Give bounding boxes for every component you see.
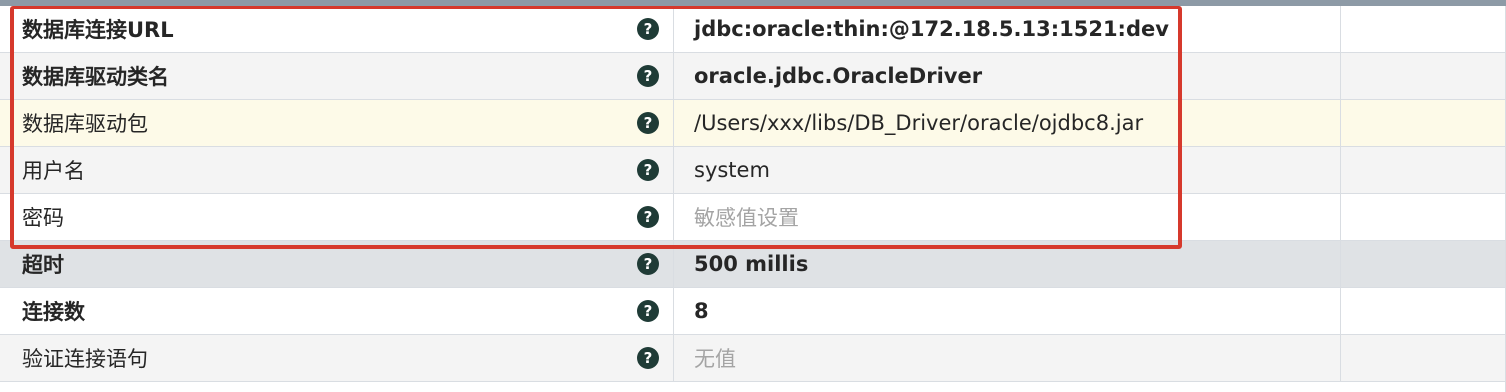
property-name: 数据库驱动类名 — [22, 65, 169, 89]
property-name: 超时 — [22, 253, 64, 277]
properties-table: 数据库连接URL ? jdbc:oracle:thin:@172.18.5.13… — [0, 6, 1506, 382]
column-divider — [673, 6, 674, 52]
column-divider — [1340, 288, 1341, 334]
column-divider — [673, 335, 674, 381]
property-value[interactable]: 敏感值设置 — [694, 194, 799, 240]
property-row-connection-url[interactable]: 数据库连接URL ? jdbc:oracle:thin:@172.18.5.13… — [0, 6, 1506, 53]
help-icon[interactable]: ? — [637, 206, 659, 228]
column-divider — [673, 241, 674, 287]
property-row-timeout[interactable]: 超时 ? 500 millis — [0, 241, 1506, 288]
help-icon[interactable]: ? — [637, 347, 659, 369]
property-row-driver-package[interactable]: 数据库驱动包 ? /Users/xxx/libs/DB_Driver/oracl… — [0, 100, 1506, 147]
property-name: 数据库驱动包 — [22, 112, 148, 136]
help-icon[interactable]: ? — [637, 300, 659, 322]
property-value[interactable]: 500 millis — [694, 241, 808, 287]
column-divider — [673, 100, 674, 146]
property-value[interactable]: oracle.jdbc.OracleDriver — [694, 53, 982, 99]
help-icon[interactable]: ? — [637, 18, 659, 40]
property-row-username[interactable]: 用户名 ? system — [0, 147, 1506, 194]
help-icon[interactable]: ? — [637, 65, 659, 87]
help-icon[interactable]: ? — [637, 159, 659, 181]
column-divider — [1340, 53, 1341, 99]
property-row-password[interactable]: 密码 ? 敏感值设置 — [0, 194, 1506, 241]
property-value[interactable]: /Users/xxx/libs/DB_Driver/oracle/ojdbc8.… — [694, 100, 1143, 146]
column-divider — [1340, 147, 1341, 193]
property-value[interactable]: system — [694, 147, 770, 193]
property-row-driver-class[interactable]: 数据库驱动类名 ? oracle.jdbc.OracleDriver — [0, 53, 1506, 100]
property-name: 用户名 — [22, 159, 85, 183]
property-value[interactable]: 无值 — [694, 335, 736, 381]
property-name: 数据库连接URL — [22, 18, 174, 42]
property-name: 验证连接语句 — [22, 347, 148, 371]
property-row-connection-count[interactable]: 连接数 ? 8 — [0, 288, 1506, 335]
property-name: 连接数 — [22, 300, 85, 324]
column-divider — [1340, 6, 1341, 52]
help-icon[interactable]: ? — [637, 112, 659, 134]
property-value[interactable]: 8 — [694, 288, 709, 334]
column-divider — [1340, 335, 1341, 381]
column-divider — [1340, 100, 1341, 146]
column-divider — [673, 147, 674, 193]
column-divider — [1340, 194, 1341, 240]
column-divider — [673, 53, 674, 99]
property-name: 密码 — [22, 206, 64, 230]
property-row-validation-query[interactable]: 验证连接语句 ? 无值 — [0, 335, 1506, 382]
help-icon[interactable]: ? — [637, 253, 659, 275]
column-divider — [673, 194, 674, 240]
column-divider — [1340, 241, 1341, 287]
column-divider — [673, 288, 674, 334]
property-value[interactable]: jdbc:oracle:thin:@172.18.5.13:1521:dev — [694, 6, 1169, 52]
